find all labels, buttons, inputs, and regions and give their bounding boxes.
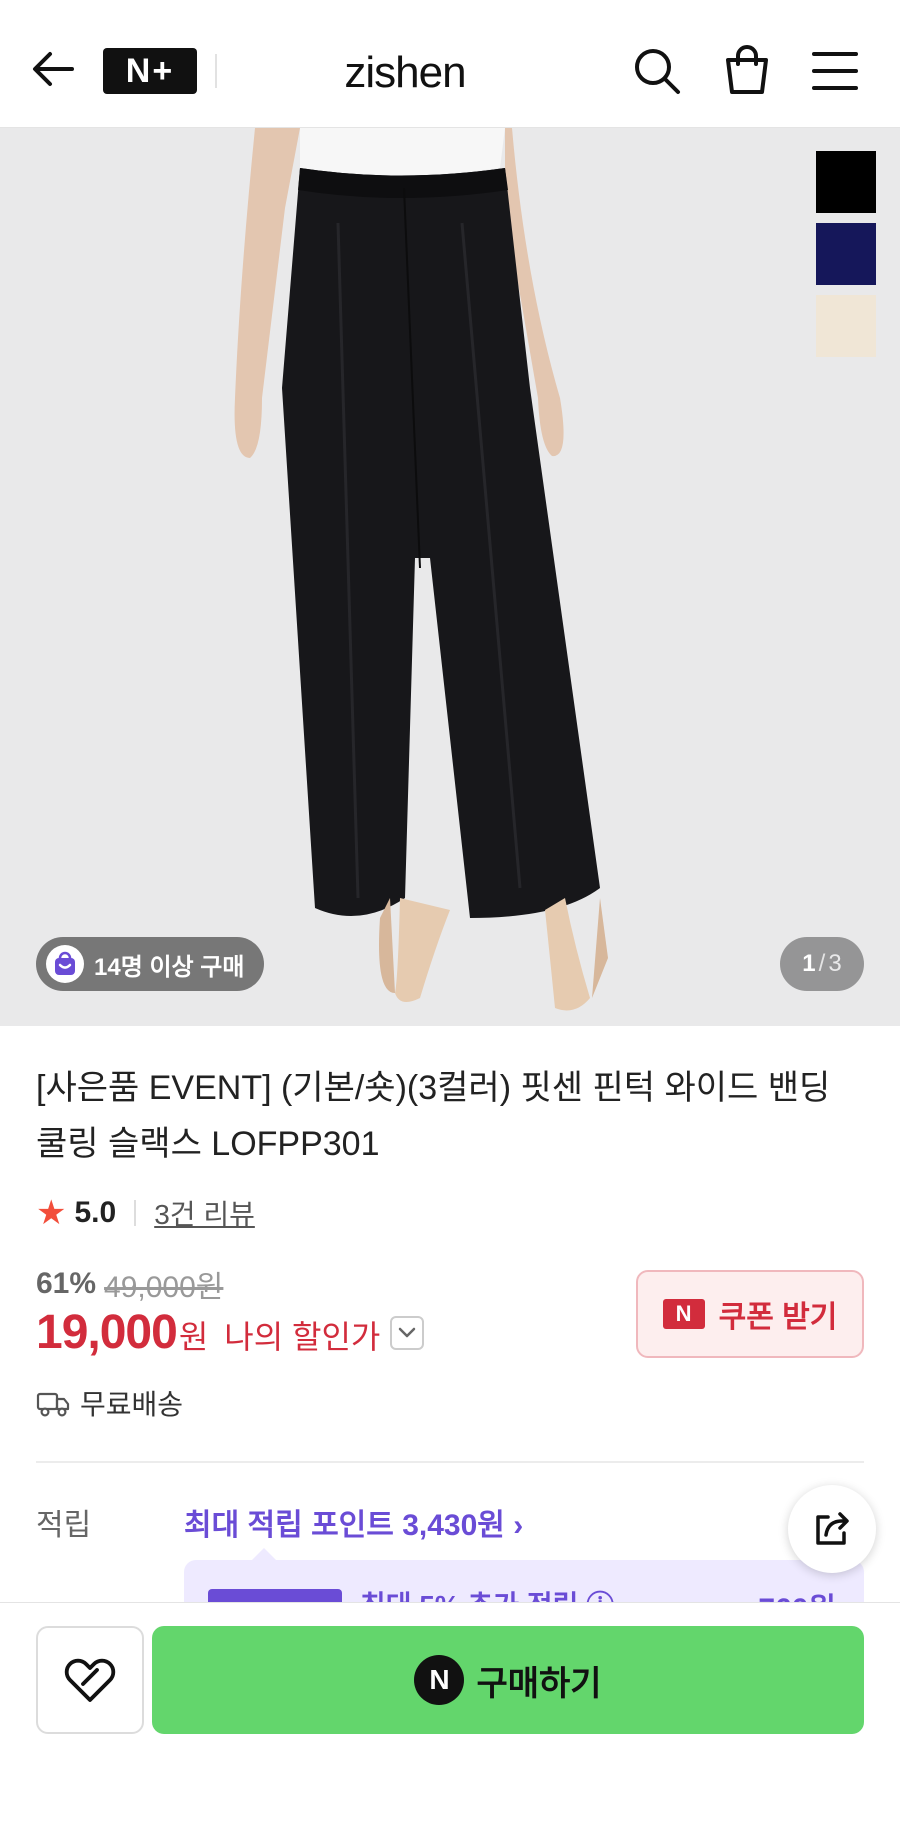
buyers-count-badge: 14명 이상 구매 <box>36 937 265 991</box>
cart-button[interactable] <box>722 44 772 96</box>
search-button[interactable] <box>632 46 682 96</box>
color-swatch-beige[interactable] <box>816 295 876 357</box>
color-swatch-black[interactable] <box>816 151 876 213</box>
my-discount-price-label[interactable]: 나의 할인가 <box>224 1312 380 1358</box>
max-points-link[interactable]: 최대 적립 포인트 3,430원 › <box>184 1500 523 1544</box>
points-label: 적립 <box>36 1509 92 1542</box>
discount-percent: 61% <box>36 1267 97 1300</box>
hamburger-menu-icon <box>812 52 858 90</box>
search-icon <box>635 49 680 94</box>
image-page-counter: 1 / 3 <box>780 937 864 991</box>
arrow-left-icon <box>33 52 74 86</box>
section-divider <box>36 1461 864 1463</box>
discount-row: 61% 49,000원 <box>36 1262 223 1306</box>
header-divider <box>215 54 217 88</box>
buy-now-button[interactable]: N 구매하기 <box>152 1626 864 1734</box>
coupon-download-button[interactable]: N 쿠폰 받기 <box>636 1270 864 1358</box>
current-page: 1 <box>802 950 816 977</box>
top-header: N+ zishen <box>0 0 900 128</box>
rating-divider <box>134 1200 137 1226</box>
page-separator: / <box>818 950 826 977</box>
product-title: [사은품 EVENT] (기본/숏)(3컬러) 핏센 핀턱 와이드 밴딩 쿨링 … <box>36 1069 831 1163</box>
shopping-bag-icon <box>46 945 84 983</box>
naverpay-icon: N <box>414 1655 465 1705</box>
chevron-down-icon <box>399 1327 416 1337</box>
brand-logo[interactable]: zishen <box>300 38 510 108</box>
back-button[interactable] <box>28 44 78 94</box>
shopping-bag-icon <box>726 45 768 94</box>
total-pages: 3 <box>828 950 842 977</box>
wishlist-button[interactable] <box>36 1626 144 1734</box>
color-swatch-list <box>816 151 876 367</box>
truck-icon <box>36 1392 70 1417</box>
sale-price: 19,000 <box>36 1306 178 1359</box>
share-button[interactable] <box>788 1485 876 1573</box>
share-icon <box>816 1512 849 1545</box>
product-photo <box>0 128 900 1026</box>
shipping-row: 무료배송 <box>36 1383 183 1423</box>
shipping-text: 무료배송 <box>80 1389 184 1420</box>
product-image[interactable] <box>0 128 900 1026</box>
coupon-icon: N <box>662 1299 705 1329</box>
rating-row: ★ 5.0 3건 리뷰 <box>36 1192 255 1234</box>
original-price: 49,000원 <box>104 1271 224 1304</box>
currency-unit: 원 <box>178 1319 209 1355</box>
price-detail-toggle[interactable] <box>390 1315 425 1350</box>
buy-button-label: 구매하기 <box>476 1664 602 1703</box>
color-swatch-navy[interactable] <box>816 223 876 285</box>
review-link[interactable]: 3건 리뷰 <box>154 1193 255 1233</box>
star-icon: ★ <box>36 1194 67 1232</box>
menu-button[interactable] <box>810 48 860 94</box>
coupon-button-label: 쿠폰 받기 <box>718 1301 838 1334</box>
nplus-logo[interactable]: N+ <box>103 48 197 94</box>
heart-icon <box>64 1658 116 1702</box>
price-row: 19,000 원 나의 할인가 <box>36 1305 425 1360</box>
rating-value: 5.0 <box>74 1196 117 1229</box>
buyers-count-text: 14명 이상 구매 <box>94 953 245 981</box>
